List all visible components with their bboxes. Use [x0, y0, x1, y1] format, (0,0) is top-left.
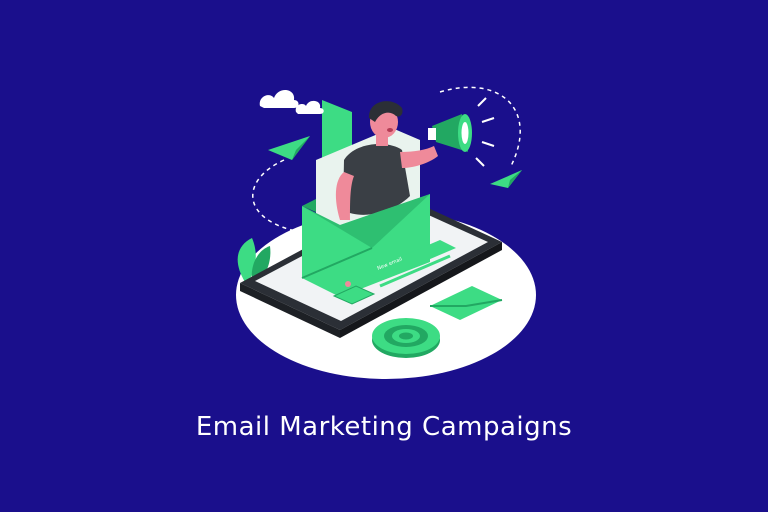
caption-title: Email Marketing Campaigns — [195, 412, 573, 442]
cloud-icon — [259, 89, 324, 114]
at-sign-icon — [372, 318, 440, 358]
email-marketing-illustration: New email — [236, 86, 536, 379]
stage: New email Email Marketing Campaigns — [0, 0, 768, 512]
dashed-trail-left — [252, 159, 301, 233]
